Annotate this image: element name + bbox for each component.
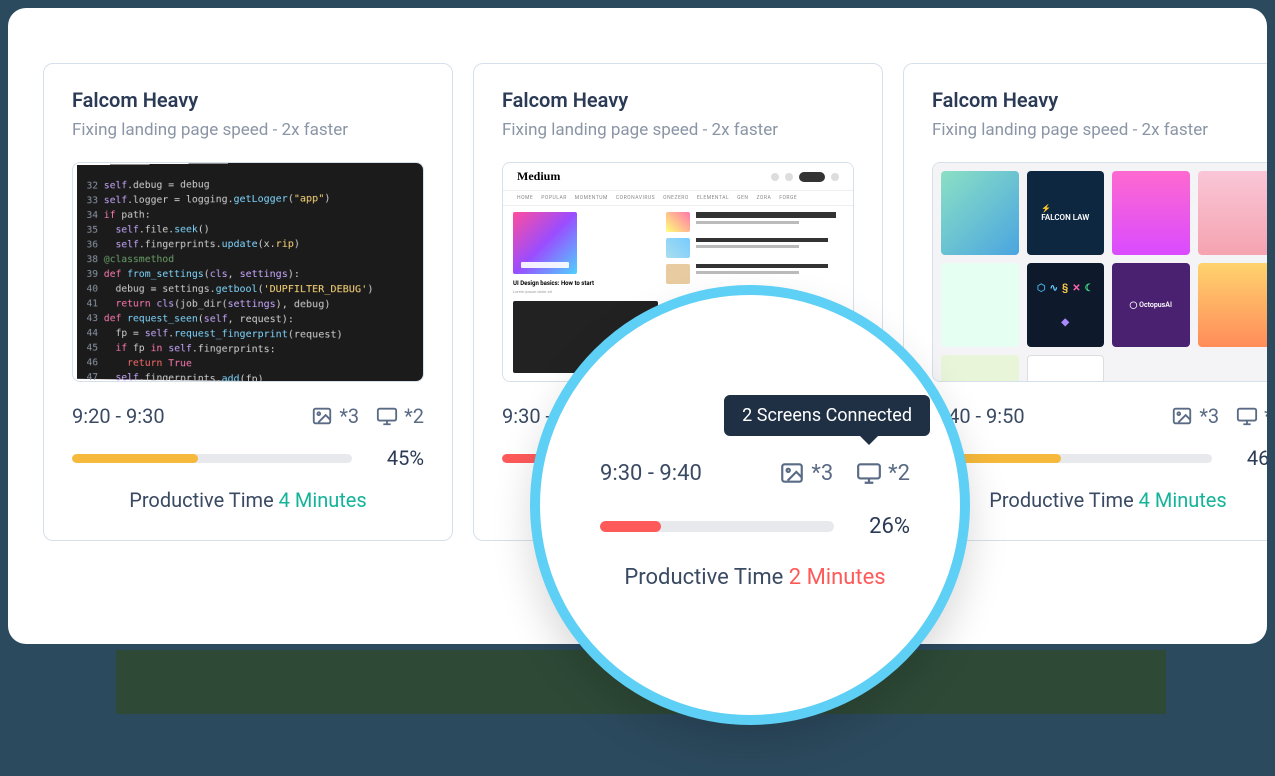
card-subtitle: Fixing landing page speed - 2x faster: [502, 120, 854, 140]
screen-count: *2: [1264, 404, 1267, 428]
screens-tooltip: 2 Screens Connected: [724, 395, 930, 436]
progress-bar: 46%: [932, 446, 1267, 470]
card-meta: 9:40 - 9:50 *3 *2: [932, 404, 1267, 428]
card-subtitle: Fixing landing page speed - 2x faster: [72, 120, 424, 140]
image-icon: [311, 405, 333, 427]
card-title: Falcom Heavy: [932, 88, 1267, 112]
time-range: 9:30 - 9:40: [600, 461, 702, 486]
image-icon: [779, 460, 805, 486]
monitor-icon: [376, 405, 398, 427]
card-title: Falcom Heavy: [502, 88, 854, 112]
progress-percent: 26%: [860, 514, 910, 539]
productive-time: Productive Time 4 Minutes: [932, 488, 1267, 512]
card-meta: 9:20 - 9:30 *3 *2: [72, 404, 424, 428]
code-editor-thumbnail: 32self.debug = debug 33self.logger = log…: [77, 162, 424, 382]
image-count: *3: [339, 404, 359, 428]
image-count: *3: [811, 461, 833, 486]
image-icon: [1171, 405, 1193, 427]
card-title: Falcom Heavy: [72, 88, 424, 112]
zoom-meta: 9:30 - 9:40 *3 *2: [600, 460, 910, 486]
screen-count: *2: [404, 404, 424, 428]
progress-fill: [600, 521, 661, 532]
monitor-icon[interactable]: [856, 460, 882, 486]
productive-label: Productive Time: [989, 488, 1138, 512]
progress-bar: 45%: [72, 446, 424, 470]
productive-value: 4 Minutes: [1139, 488, 1227, 512]
productive-value: 2 Minutes: [789, 565, 886, 590]
screenshot-thumbnail[interactable]: 32self.debug = debug 33self.logger = log…: [72, 162, 424, 382]
progress-bar: 26%: [600, 514, 910, 539]
productive-time: Productive Time 4 Minutes: [72, 488, 424, 512]
productive-value: 4 Minutes: [279, 488, 367, 512]
screen-count: *2: [888, 461, 910, 486]
progress-fill: [72, 454, 198, 463]
screenshot-thumbnail[interactable]: ⚡FALCON LAW ⬡∿§✕☾◆ ◯ OctopusAI: [932, 162, 1267, 382]
card-subtitle: Fixing landing page speed - 2x faster: [932, 120, 1267, 140]
monitor-icon: [1236, 405, 1258, 427]
productive-time: Productive Time 2 Minutes: [600, 565, 910, 590]
design-grid-thumbnail: ⚡FALCON LAW ⬡∿§✕☾◆ ◯ OctopusAI: [933, 163, 1267, 381]
image-count: *3: [1199, 404, 1219, 428]
productive-label: Productive Time: [129, 488, 278, 512]
time-card[interactable]: Falcom Heavy Fixing landing page speed -…: [43, 63, 453, 541]
progress-percent: 45%: [374, 446, 424, 470]
productive-label: Productive Time: [624, 565, 788, 590]
progress-percent: 46%: [1234, 446, 1267, 470]
zoom-lens: 2 Screens Connected 9:30 - 9:40 *3 *2 26…: [530, 285, 970, 725]
time-range: 9:20 - 9:30: [72, 404, 165, 428]
